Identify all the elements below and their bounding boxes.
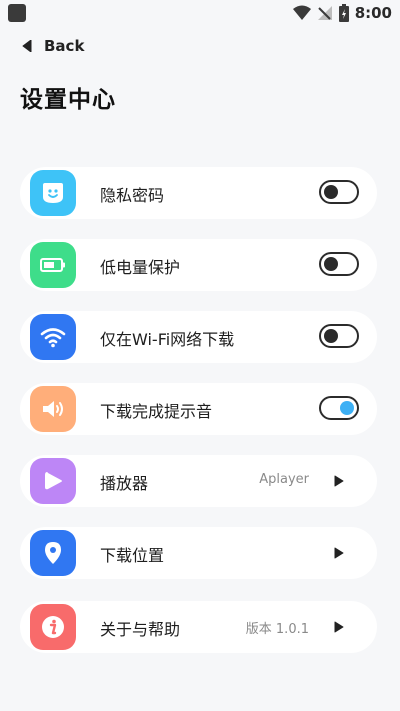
back-label: Back (44, 37, 85, 55)
info-icon (30, 604, 76, 650)
setting-row-privacy-password[interactable]: 隐私密码 (20, 167, 377, 219)
chevron-right-icon (334, 547, 344, 559)
wifi-only-download-toggle[interactable] (319, 324, 359, 348)
chevron-right-icon (334, 621, 344, 633)
back-button[interactable]: Back (22, 37, 84, 55)
battery-icon (30, 242, 76, 288)
setting-label: 隐私密码 (100, 186, 165, 205)
speaker-icon (30, 386, 76, 432)
face-icon (30, 170, 76, 216)
setting-label: 下载完成提示音 (100, 402, 213, 421)
cellular-signal-icon (317, 6, 332, 20)
setting-row-download-complete-sound[interactable]: 下载完成提示音 (20, 383, 377, 435)
privacy-password-toggle[interactable] (319, 180, 359, 204)
wifi-signal-icon (292, 5, 311, 20)
setting-label: 播放器 (100, 474, 149, 493)
app-notification-icon (8, 4, 26, 22)
status-time: 8:00 (354, 4, 392, 22)
status-bar: 8:00 (0, 0, 400, 26)
app-version-value: 版本 1.0.1 (245, 622, 309, 637)
setting-label: 下载位置 (100, 546, 165, 565)
setting-row-player[interactable]: 播放器 Aplayer (20, 455, 377, 507)
play-icon (30, 458, 76, 504)
setting-row-low-battery-protection[interactable]: 低电量保护 (20, 239, 377, 291)
wifi-icon (30, 314, 76, 360)
setting-label: 低电量保护 (100, 258, 181, 277)
player-value: Aplayer (259, 472, 309, 487)
page-title: 设置中心 (20, 87, 116, 113)
setting-label: 关于与帮助 (100, 620, 181, 639)
download-complete-sound-toggle[interactable] (319, 396, 359, 420)
battery-status-icon (338, 4, 349, 22)
setting-row-download-location[interactable]: 下载位置 (20, 527, 377, 579)
chevron-right-icon (334, 475, 344, 487)
setting-label: 仅在Wi-Fi网络下载 (100, 330, 235, 349)
back-arrow-icon (22, 40, 32, 52)
low-battery-protection-toggle[interactable] (319, 252, 359, 276)
location-pin-icon (30, 530, 76, 576)
setting-row-wifi-only-download[interactable]: 仅在Wi-Fi网络下载 (20, 311, 377, 363)
setting-row-about-help[interactable]: 关于与帮助 版本 1.0.1 (20, 601, 377, 653)
